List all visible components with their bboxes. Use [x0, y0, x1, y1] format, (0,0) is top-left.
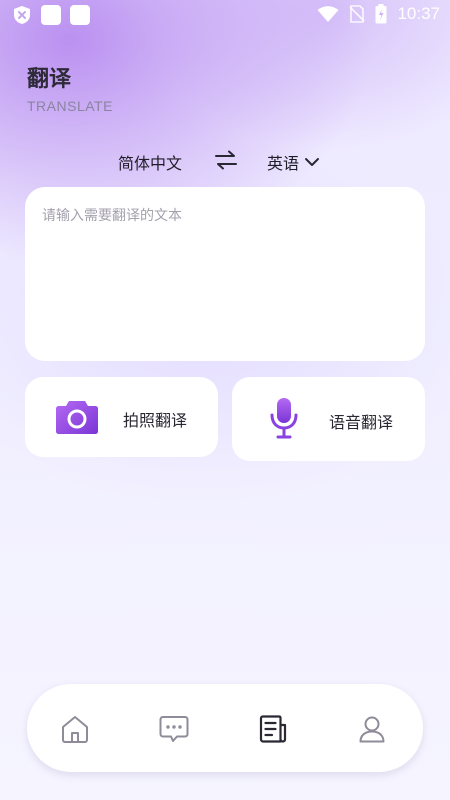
target-language-label: 英语	[267, 154, 300, 173]
shield-x-icon	[14, 6, 30, 24]
notification-square-icon	[70, 5, 90, 25]
nav-item-chat[interactable]	[157, 712, 191, 746]
voice-translate-button[interactable]: 语音翻译	[232, 377, 425, 461]
user-icon	[359, 716, 385, 743]
language-bar: 简体中文 英语	[0, 146, 450, 176]
target-language-selector[interactable]: 英语	[267, 150, 320, 174]
voice-translate-label: 语音翻译	[329, 413, 394, 432]
status-bar: 10:37	[0, 0, 450, 30]
camera-icon	[56, 401, 98, 434]
battery-icon	[375, 4, 387, 24]
nav-item-profile[interactable]	[355, 712, 389, 746]
document-icon	[259, 715, 287, 743]
microphone-icon	[270, 398, 298, 439]
wifi-icon	[317, 6, 339, 22]
photo-translate-button[interactable]: 拍照翻译	[25, 377, 218, 457]
page-title: 翻译	[27, 67, 72, 92]
status-bar-right: 10:37	[317, 4, 440, 24]
translation-text-input[interactable]	[25, 187, 425, 361]
translation-input-card	[25, 187, 425, 361]
status-time: 10:37	[397, 4, 440, 23]
source-language-selector[interactable]: 简体中文	[118, 150, 182, 174]
chat-icon	[159, 716, 189, 742]
nav-item-translate[interactable]	[256, 712, 290, 746]
notification-square-icon	[41, 5, 61, 25]
status-bar-left	[12, 5, 90, 25]
photo-translate-label: 拍照翻译	[123, 411, 188, 430]
home-icon	[62, 716, 88, 743]
chevron-down-icon	[305, 158, 320, 166]
no-sim-icon	[349, 5, 366, 23]
nav-item-home[interactable]	[58, 712, 92, 746]
swap-arrows-icon[interactable]	[212, 148, 240, 172]
page-subtitle: TRANSLATE	[27, 98, 113, 114]
bottom-navigation	[27, 684, 423, 772]
